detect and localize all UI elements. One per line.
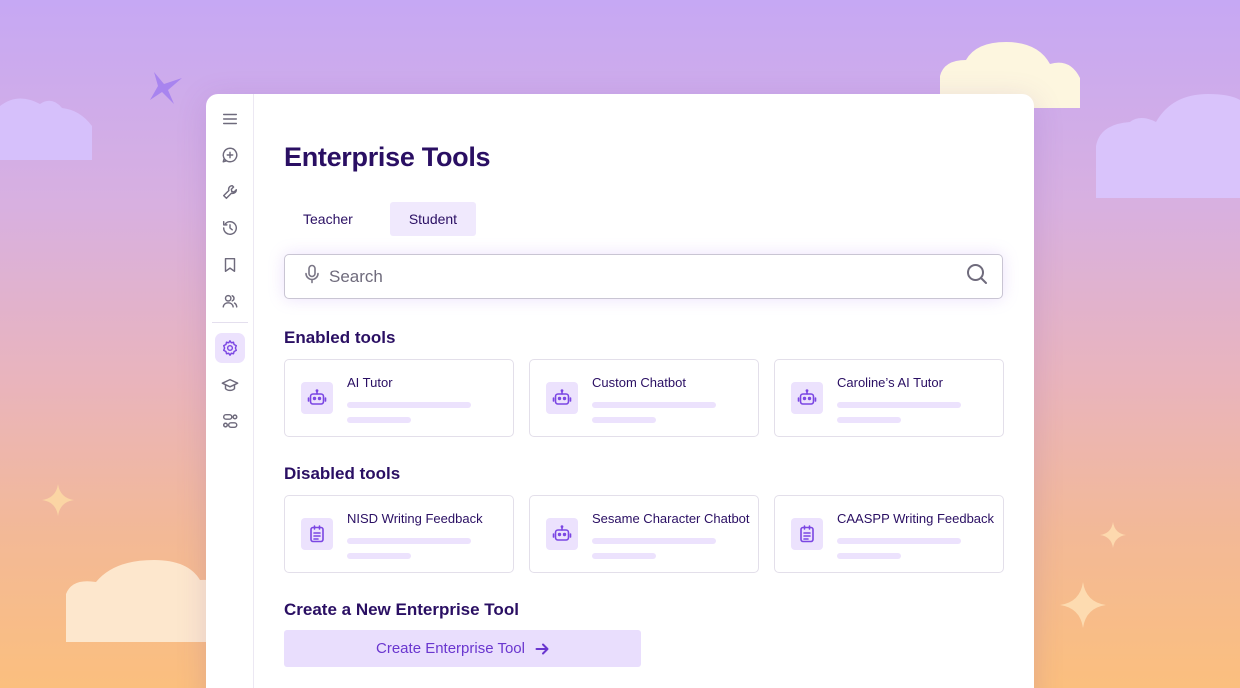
- users-button[interactable]: [215, 286, 245, 316]
- placeholder-line: [347, 402, 471, 408]
- bookmark-icon: [224, 257, 235, 272]
- new-chat-icon: [222, 147, 237, 163]
- new-chat-button[interactable]: [215, 140, 245, 170]
- cloud-decoration-right: [1096, 94, 1240, 198]
- tool-card-caaspp-writing-feedback[interactable]: CAASPP Writing Feedback: [774, 495, 1004, 573]
- tool-icon-badge: [791, 518, 823, 550]
- robot-icon: [552, 525, 572, 541]
- sparkle-decoration: [150, 72, 182, 104]
- placeholder-line: [837, 402, 961, 408]
- microphone-button[interactable]: [303, 264, 321, 289]
- placeholder-line: [837, 417, 901, 423]
- tool-card-nisd-writing-feedback[interactable]: NISD Writing Feedback: [284, 495, 514, 573]
- tool-card-ai-tutor[interactable]: AI Tutor: [284, 359, 514, 437]
- settings-button[interactable]: [214, 333, 245, 364]
- clipboard-icon: [800, 525, 814, 543]
- clipboard-icon: [310, 525, 324, 543]
- users-icon: [222, 294, 237, 308]
- placeholder-line: [347, 538, 471, 544]
- sparkle-decoration: [1060, 582, 1106, 628]
- search-bar: [284, 254, 1003, 299]
- placeholder-line: [592, 553, 656, 559]
- tool-name: Sesame Character Chatbot: [592, 511, 750, 526]
- wrench-icon: [222, 184, 237, 199]
- tool-card-sesame-character-chatbot[interactable]: Sesame Character Chatbot: [529, 495, 759, 573]
- search-input[interactable]: [329, 266, 966, 287]
- history-icon: [222, 221, 237, 236]
- create-button-label: Create Enterprise Tool: [376, 640, 525, 657]
- sparkle-decoration: [42, 484, 74, 516]
- robot-icon: [307, 389, 327, 405]
- sidebar: [206, 94, 254, 688]
- search-button[interactable]: [966, 263, 988, 290]
- placeholder-line: [837, 553, 901, 559]
- enabled-tools-heading: Enabled tools: [284, 328, 396, 347]
- create-enterprise-tool-button[interactable]: Create Enterprise Tool: [284, 630, 641, 667]
- disabled-tools-heading: Disabled tools: [284, 464, 401, 483]
- tool-icon-badge: [301, 518, 333, 550]
- app-window: Enterprise Tools Teacher Student Enabled…: [206, 94, 1034, 688]
- tool-card-carolines-ai-tutor[interactable]: Caroline’s AI Tutor: [774, 359, 1004, 437]
- tab-student[interactable]: Student: [389, 202, 477, 236]
- create-tool-heading: Create a New Enterprise Tool: [284, 600, 519, 619]
- sidebar-divider: [211, 322, 248, 324]
- tool-icon-badge: [546, 382, 578, 414]
- tool-card-custom-chatbot[interactable]: Custom Chatbot: [529, 359, 759, 437]
- placeholder-line: [347, 417, 411, 423]
- courses-button[interactable]: [215, 370, 245, 400]
- sparkle-decoration: [1100, 522, 1126, 548]
- placeholder-line: [592, 417, 656, 423]
- workflow-icon: [222, 414, 237, 429]
- robot-icon: [797, 389, 817, 405]
- disabled-tools-grid: NISD Writing Feedback Sesame Character C…: [284, 495, 1004, 573]
- history-button[interactable]: [215, 213, 245, 243]
- main-content: Enterprise Tools Teacher Student Enabled…: [254, 94, 1034, 688]
- tool-icon-badge: [301, 382, 333, 414]
- tool-name: NISD Writing Feedback: [347, 511, 483, 526]
- menu-icon: [222, 113, 237, 125]
- placeholder-line: [592, 538, 716, 544]
- tool-name: CAASPP Writing Feedback: [837, 511, 995, 526]
- enabled-tools-grid: AI Tutor Custom Chatbot Caroline’s AI Tu…: [284, 359, 1004, 437]
- search-icon: [967, 264, 987, 284]
- graduation-cap-icon: [221, 378, 238, 391]
- cloud-decoration-left: [0, 98, 92, 160]
- tool-icon-badge: [791, 382, 823, 414]
- tool-name: AI Tutor: [347, 375, 393, 390]
- tool-name: Custom Chatbot: [592, 375, 686, 390]
- tools-button[interactable]: [215, 177, 245, 207]
- workflow-button[interactable]: [215, 406, 245, 436]
- placeholder-line: [837, 538, 961, 544]
- tool-name: Caroline’s AI Tutor: [837, 375, 943, 390]
- placeholder-line: [592, 402, 716, 408]
- tab-teacher[interactable]: Teacher: [284, 202, 372, 236]
- microphone-icon: [305, 264, 319, 284]
- menu-button[interactable]: [215, 104, 245, 134]
- robot-icon: [552, 389, 572, 405]
- tool-icon-badge: [546, 518, 578, 550]
- role-tabs: Teacher Student: [284, 202, 1004, 236]
- page-title: Enterprise Tools: [284, 142, 491, 172]
- gear-icon: [222, 340, 237, 357]
- placeholder-line: [347, 553, 411, 559]
- bookmarks-button[interactable]: [215, 250, 245, 280]
- arrow-right-icon: [535, 643, 549, 654]
